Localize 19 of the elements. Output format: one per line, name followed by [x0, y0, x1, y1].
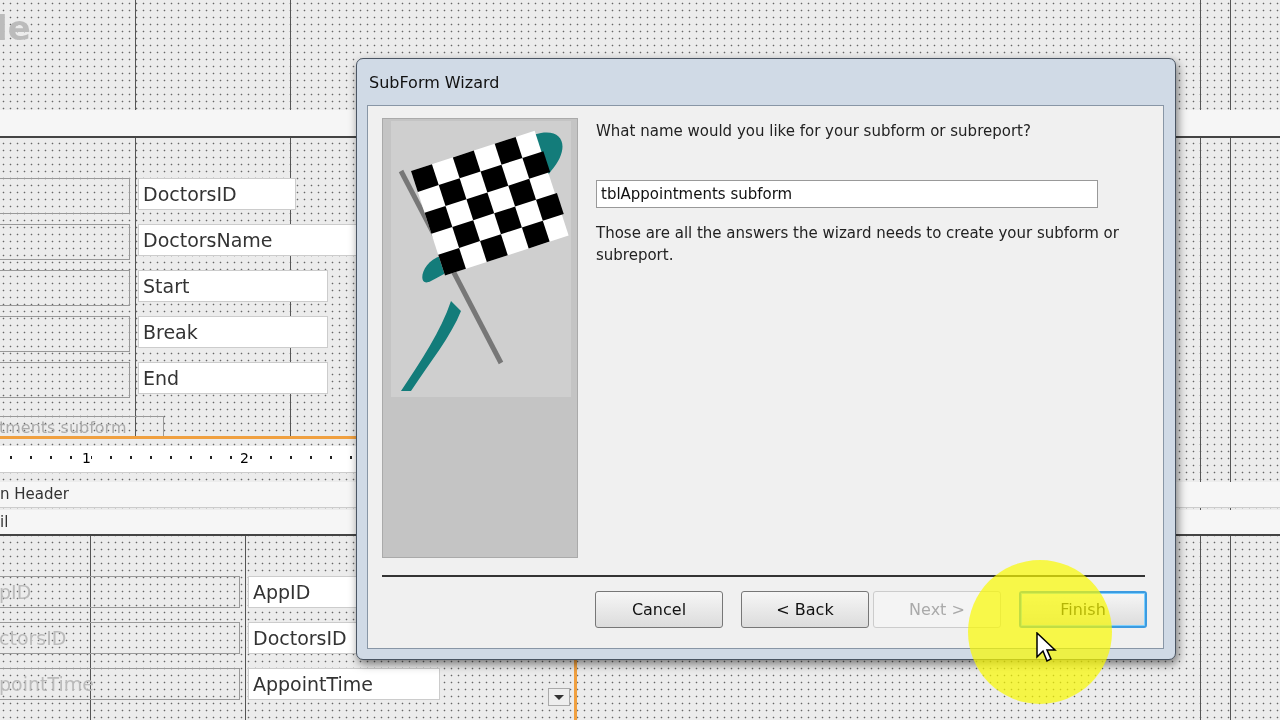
subform-name-field[interactable]: tblAppointments subform	[596, 180, 1098, 208]
wizard-question: What name would you like for your subform or subreport?	[596, 122, 1032, 140]
form-label[interactable]: DoctorsName	[138, 224, 358, 256]
form-label[interactable]: DoctorsID	[248, 622, 358, 654]
cursor-icon	[1036, 632, 1058, 664]
form-label[interactable]: Start	[138, 270, 328, 302]
dialog-title: SubForm Wizard	[368, 71, 501, 94]
wizard-button[interactable]: < Back	[741, 591, 869, 628]
form-label[interactable]: End	[138, 362, 328, 394]
ruler-number: 2	[240, 450, 249, 466]
form-label[interactable]: AppID	[248, 576, 358, 608]
ruler-number: 1	[82, 450, 91, 466]
form-caption: pID	[0, 576, 240, 608]
form-caption: ctorsID	[0, 622, 240, 654]
wizard-info: Those are all the answers the wizard needs to create your subform or subreport.	[596, 223, 1120, 266]
form-label[interactable]: AppointTime	[248, 668, 440, 700]
wizard-button[interactable]: Cancel	[595, 591, 723, 628]
form-label[interactable]: DoctorsID	[138, 178, 296, 210]
form-label[interactable]: Break	[138, 316, 328, 348]
